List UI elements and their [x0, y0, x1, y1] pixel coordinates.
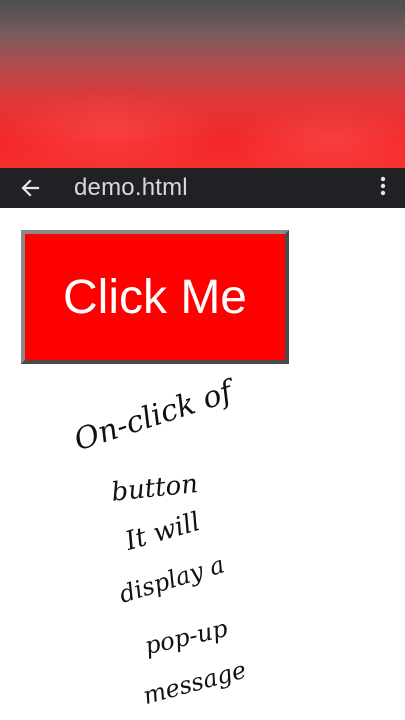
note-line: button: [110, 468, 200, 508]
page-title: demo.html: [74, 174, 188, 201]
click-me-button[interactable]: Click Me: [21, 230, 289, 364]
back-button[interactable]: [14, 172, 46, 204]
note-line: It will: [122, 506, 204, 557]
more-vert-icon: [380, 176, 386, 200]
arrow-left-icon: [20, 178, 40, 198]
note-line: pop-up: [142, 614, 231, 661]
note-line: display a: [116, 550, 228, 609]
header-background: [0, 0, 405, 168]
note-line: On-click of: [70, 374, 237, 459]
note-line: message: [140, 655, 250, 711]
overflow-menu-button[interactable]: [375, 172, 391, 204]
browser-app-bar: demo.html: [0, 168, 405, 208]
